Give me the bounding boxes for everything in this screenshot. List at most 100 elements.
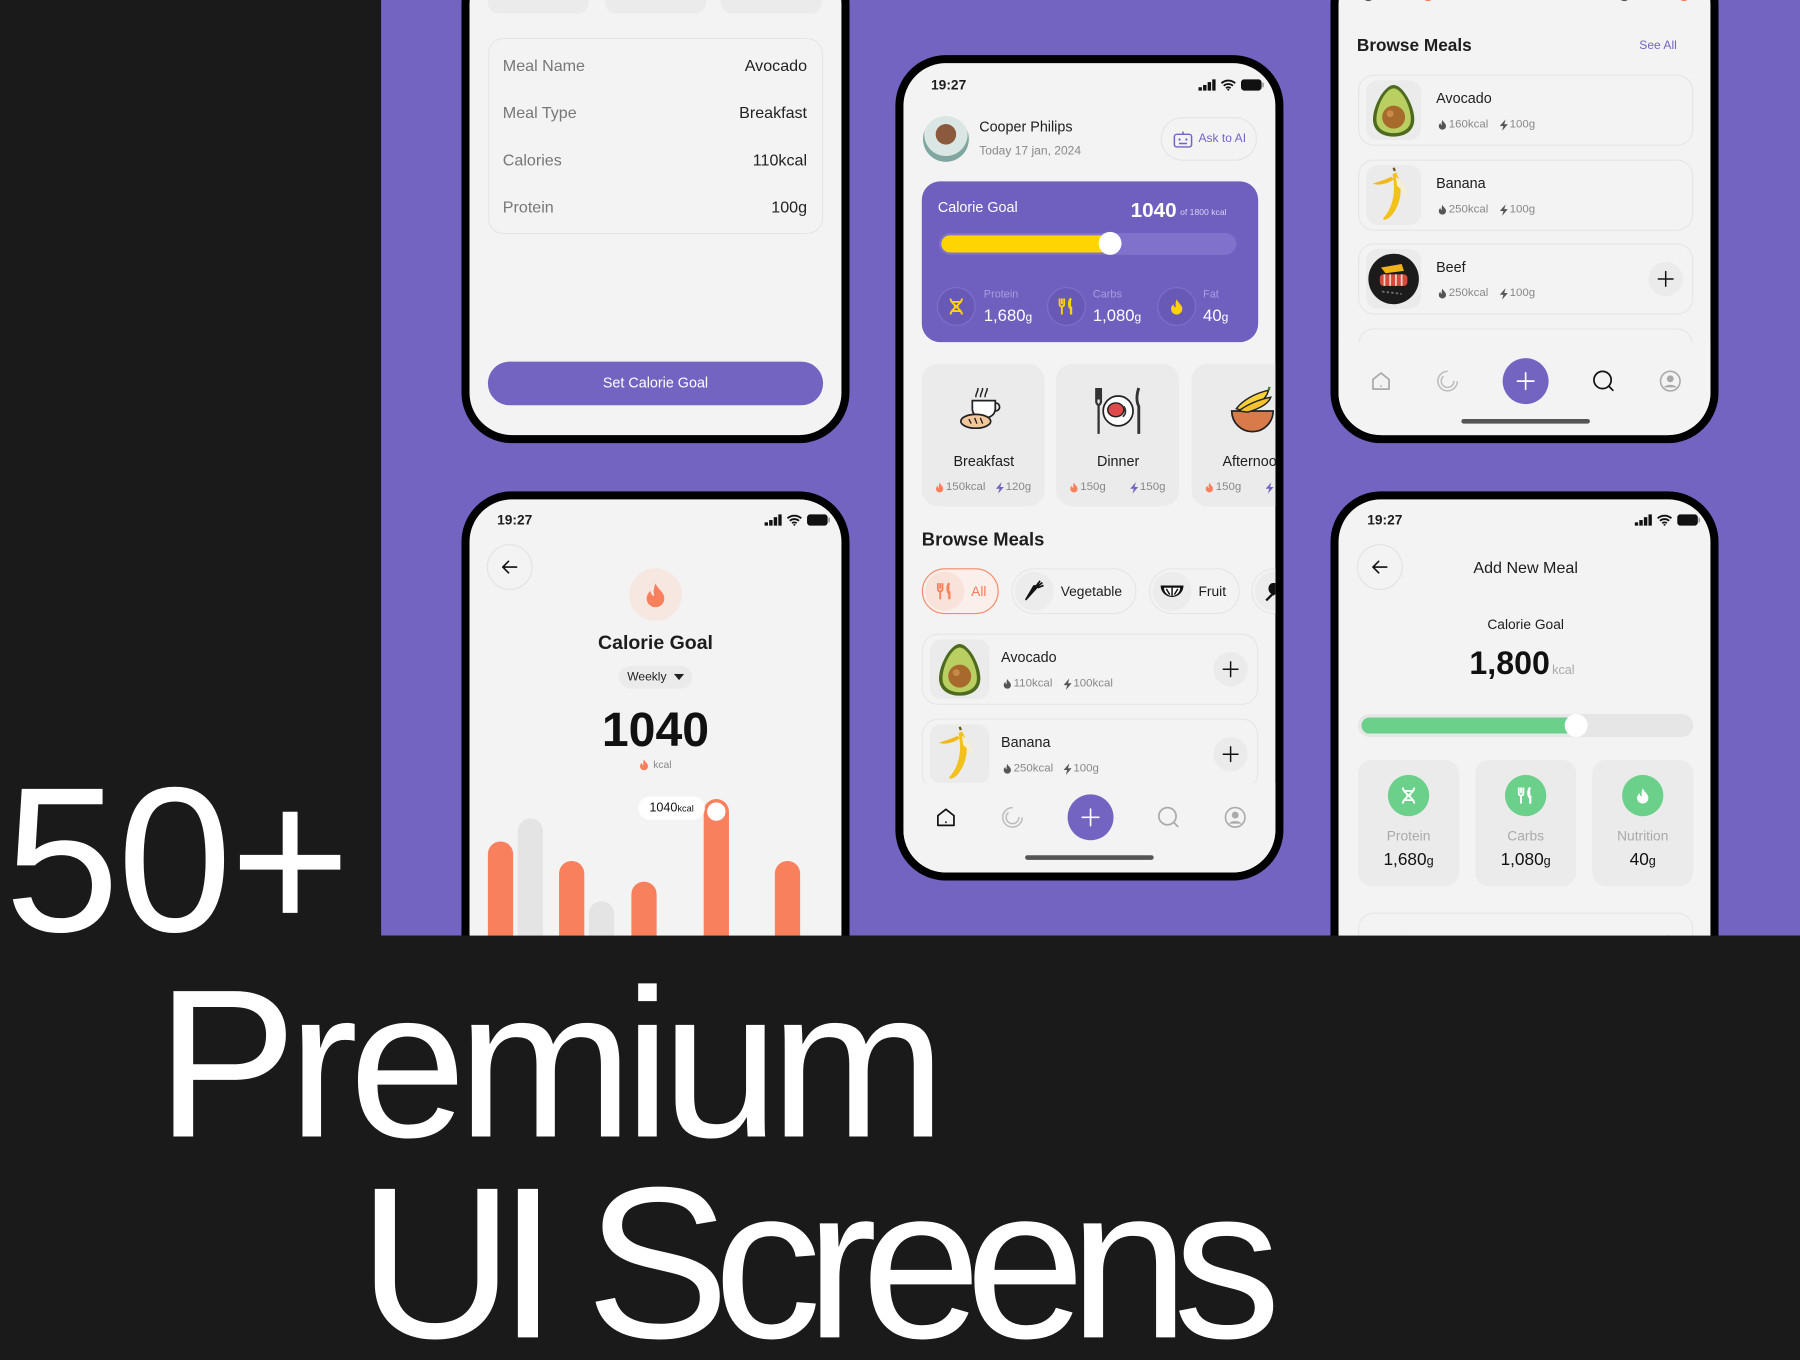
status-time: 19:27	[497, 511, 533, 529]
filter-chip-all[interactable]: All	[921, 568, 999, 615]
dna-icon	[948, 297, 964, 315]
filter-chip-fruit[interactable]: Fruit	[1149, 568, 1240, 615]
nutrient-icon-badge	[1504, 774, 1547, 817]
nutrient-number: 1,680	[1383, 850, 1427, 870]
flame-icon	[1422, 0, 1434, 2]
add-button[interactable]	[1502, 358, 1549, 405]
stat-card-stub	[720, 0, 822, 14]
macro-unit: g	[1134, 310, 1142, 325]
activity-icon	[1436, 370, 1459, 393]
partial-stat: 100kcal	[1694, 0, 1710, 2]
ask-ai-label: Ask to AI	[1198, 131, 1247, 146]
goal-slider-knob[interactable]	[1564, 714, 1588, 737]
hero-line-3: UI Screens	[358, 1142, 1281, 1360]
add-meal-button[interactable]	[1213, 652, 1248, 687]
user-name: Cooper Philips	[979, 119, 1073, 136]
bolt-icon	[1128, 482, 1139, 494]
weight-value: 100g	[1509, 203, 1536, 216]
goal-slider-fill	[1361, 717, 1577, 734]
detail-value: 110kcal	[752, 150, 808, 169]
promo-canvas: Meal Name Avocado Meal Type Breakfast Calori…	[0, 0, 1800, 1360]
nav-search-button[interactable]	[1590, 367, 1618, 395]
plate-steak-icon	[1092, 386, 1145, 437]
nav-home-button[interactable]	[1367, 367, 1395, 395]
avatar[interactable]	[922, 115, 969, 162]
button-label: Set Calorie Goal	[602, 375, 709, 392]
flame-icon	[1437, 119, 1447, 130]
profile-icon	[1659, 370, 1682, 393]
calorie-progress-fill	[941, 235, 1111, 253]
filter-chip[interactable]	[1251, 568, 1276, 615]
nav-home-button[interactable]	[932, 804, 960, 832]
macro-value: 1,080g	[1093, 308, 1142, 326]
nutrient-label: Carbs	[1507, 827, 1545, 844]
add-button[interactable]	[1067, 794, 1114, 841]
nav-profile-button[interactable]	[1657, 367, 1685, 395]
caret-down-icon	[673, 673, 684, 681]
banana-bowl-icon	[1227, 386, 1275, 434]
partial-stat: 100kcal	[1438, 0, 1482, 2]
chip-label: Fruit	[1198, 583, 1227, 600]
goal-value: 1,800	[1469, 645, 1550, 681]
flame-badge	[629, 568, 682, 622]
flame-icon	[1069, 482, 1079, 493]
signal-icon	[764, 514, 782, 526]
chip-label: All	[971, 583, 987, 600]
signal-icon	[1634, 514, 1652, 526]
nav-profile-button[interactable]	[1221, 804, 1249, 832]
back-button[interactable]	[486, 544, 533, 591]
nav-activity-button[interactable]	[1434, 367, 1462, 395]
meal-name: Beef	[1436, 259, 1466, 276]
nav-activity-button[interactable]	[999, 804, 1027, 832]
bolt-icon	[1264, 482, 1275, 494]
chart-tooltip: 1040 kcal	[638, 796, 705, 820]
tooltip-value: 1040	[649, 801, 678, 816]
browse-meals-title: Browse Meals	[921, 530, 1045, 550]
signal-icon	[1198, 79, 1216, 91]
period-dropdown[interactable]: Weekly	[618, 665, 693, 689]
macro-icon-badge	[1157, 286, 1197, 327]
home-indicator	[1025, 855, 1154, 860]
bolt-icon	[994, 482, 1005, 494]
stat-card-stub	[487, 0, 589, 14]
flame-icon	[1437, 204, 1447, 215]
set-calorie-goal-button[interactable]: Set Calorie Goal	[487, 361, 824, 406]
see-all-link[interactable]: See All	[1639, 40, 1677, 52]
dna-icon	[1401, 786, 1417, 804]
hero-line-1: 50+	[4, 745, 351, 976]
stat-card-stub	[604, 0, 706, 14]
wifi-icon	[1657, 514, 1673, 526]
robot-icon	[1173, 130, 1193, 148]
chip-label: Vegetable	[1060, 583, 1123, 600]
chart-bar-knob[interactable]	[707, 802, 726, 821]
nav-search-button[interactable]	[1155, 804, 1183, 832]
calorie-card-value: 1040	[1130, 198, 1177, 222]
clock-icon	[1618, 0, 1631, 2]
carrot-icon	[1023, 580, 1046, 603]
flame-icon	[638, 759, 649, 771]
back-button[interactable]	[1356, 544, 1403, 591]
macro-label: Fat	[1203, 288, 1219, 302]
avocado-image	[929, 639, 990, 700]
fork-knife-icon	[1057, 297, 1075, 315]
banana-image	[929, 724, 990, 785]
calorie-card-title: Calorie Goal	[937, 199, 1018, 216]
add-meal-button[interactable]	[1213, 736, 1248, 772]
calories-value: 110kcal	[1013, 677, 1053, 690]
add-meal-button[interactable]	[1648, 261, 1683, 297]
weight-value: 100g	[1509, 118, 1536, 131]
detail-label: Meal Name	[502, 56, 585, 75]
home-icon	[934, 806, 957, 829]
ask-ai-button[interactable]: Ask to AI	[1160, 117, 1258, 161]
chip-icon-badge	[1152, 571, 1192, 611]
macro-label: Protein	[983, 288, 1019, 302]
unit-row: kcal	[638, 759, 672, 771]
home-indicator	[1461, 419, 1590, 424]
flame-icon	[1204, 482, 1214, 493]
calories-value: 150kcal	[945, 480, 986, 494]
filter-chip-vegetable[interactable]: Vegetable	[1011, 568, 1137, 615]
arrow-left-icon	[501, 558, 519, 576]
status-icons	[1198, 79, 1264, 91]
macro-unit: g	[1221, 310, 1229, 325]
weight-value: 100g	[1073, 762, 1099, 775]
